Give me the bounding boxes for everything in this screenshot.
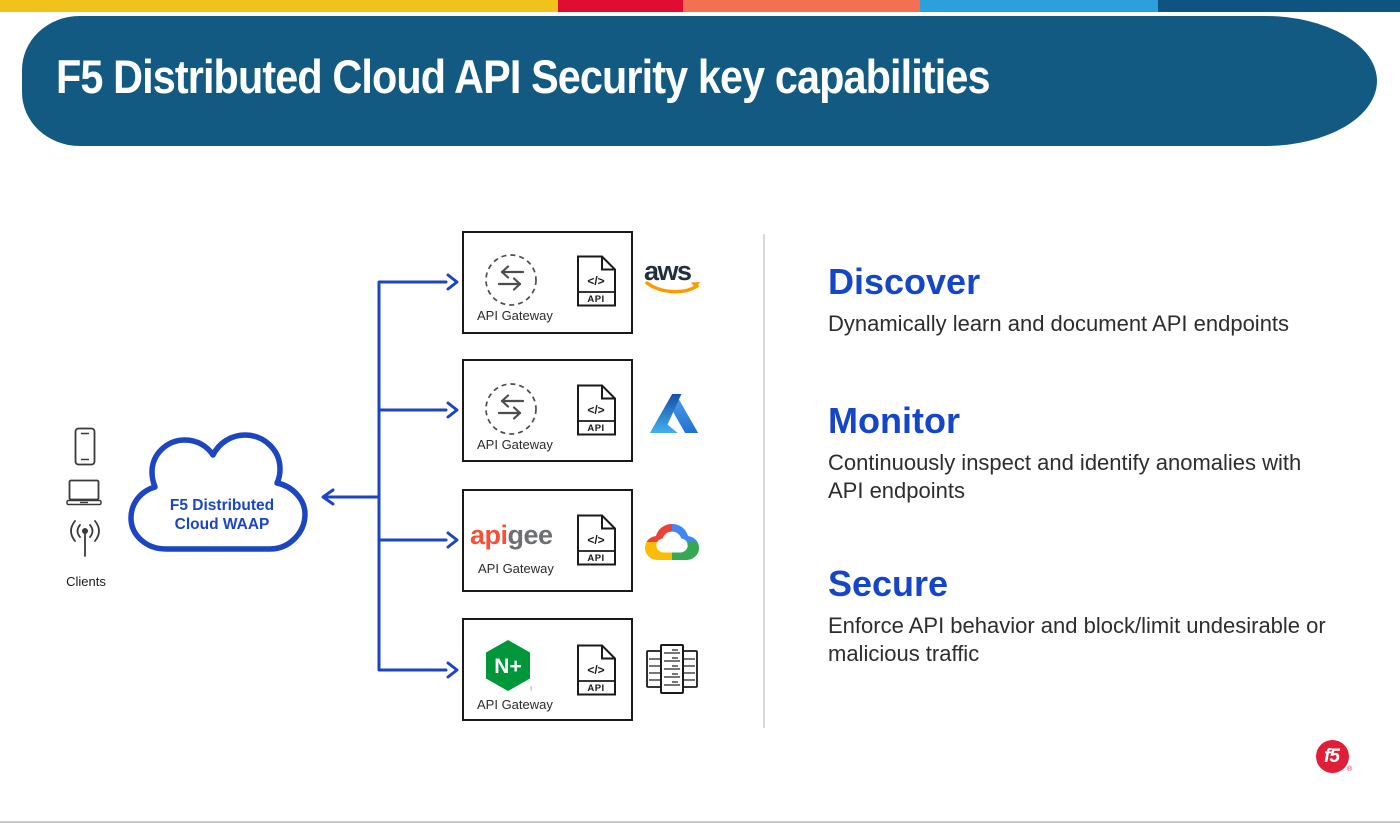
capability-text-line: Dynamically learn and document API endpo… (828, 310, 1388, 338)
gateway-exchange-icon (482, 251, 540, 309)
nginx-plus-logo: N+ ® (484, 639, 532, 693)
api-doc-label: API (587, 553, 604, 564)
api-gateway-label: API Gateway (477, 697, 553, 712)
capability-monitor: Monitor Continuously inspect and identif… (828, 399, 1388, 505)
api-gateway-label: API Gateway (477, 308, 553, 323)
api-gateway-label: API Gateway (477, 437, 553, 452)
api-gateway-label: API Gateway (478, 561, 554, 576)
clients-label: Clients (62, 574, 110, 589)
apigee-wordmark-gee: gee (508, 520, 553, 550)
waap-cloud-label-line2: Cloud WAAP (140, 515, 304, 534)
api-doc-label: API (587, 423, 604, 434)
capability-heading: Discover (828, 260, 1388, 304)
capability-text-line: malicious traffic (828, 640, 1388, 668)
capability-heading: Monitor (828, 399, 1388, 443)
capability-secure: Secure Enforce API behavior and block/li… (828, 562, 1388, 668)
f5-logo: f5 (1316, 740, 1349, 773)
api-doc-label: API (587, 683, 604, 694)
waap-cloud-label: F5 Distributed Cloud WAAP (140, 496, 304, 534)
api-document-icon: </> API (575, 514, 617, 566)
capability-text-line: API endpoints (828, 477, 1388, 505)
slide: F5 Distributed Cloud API Security key ca… (0, 0, 1400, 823)
api-document-icon: </> API (575, 384, 617, 436)
api-doc-label: API (587, 294, 604, 305)
nginx-plus-wordmark: N+ (494, 655, 521, 678)
azure-logo (648, 390, 700, 436)
capability-text-line: Enforce API behavior and block/limit und… (828, 612, 1388, 640)
antenna-icon (66, 518, 104, 562)
api-doc-code: </> (587, 403, 604, 417)
apigee-logo: apigee (470, 520, 553, 551)
apigee-wordmark-api: api (470, 520, 508, 550)
api-doc-code: </> (587, 663, 604, 677)
capability-text-line: Continuously inspect and identify anomal… (828, 449, 1388, 477)
smartphone-icon (74, 427, 96, 467)
laptop-icon (66, 479, 102, 506)
api-doc-code: </> (587, 533, 604, 547)
api-document-icon: </> API (575, 644, 617, 696)
vertical-divider (763, 234, 765, 728)
nginx-registered-mark: ® (530, 686, 532, 693)
f5-logo-text: f5 (1324, 746, 1341, 768)
data-center-servers-icon (645, 643, 699, 695)
waap-cloud-label-line1: F5 Distributed (140, 496, 304, 515)
f5-registered-mark: ® (1347, 766, 1352, 773)
google-cloud-logo (643, 519, 701, 565)
aws-logo: aws (644, 258, 702, 296)
api-doc-code: </> (587, 274, 604, 288)
capability-discover: Discover Dynamically learn and document … (828, 260, 1388, 338)
gateway-exchange-icon (482, 380, 540, 438)
api-document-icon: </> API (575, 255, 617, 307)
capability-heading: Secure (828, 562, 1388, 606)
